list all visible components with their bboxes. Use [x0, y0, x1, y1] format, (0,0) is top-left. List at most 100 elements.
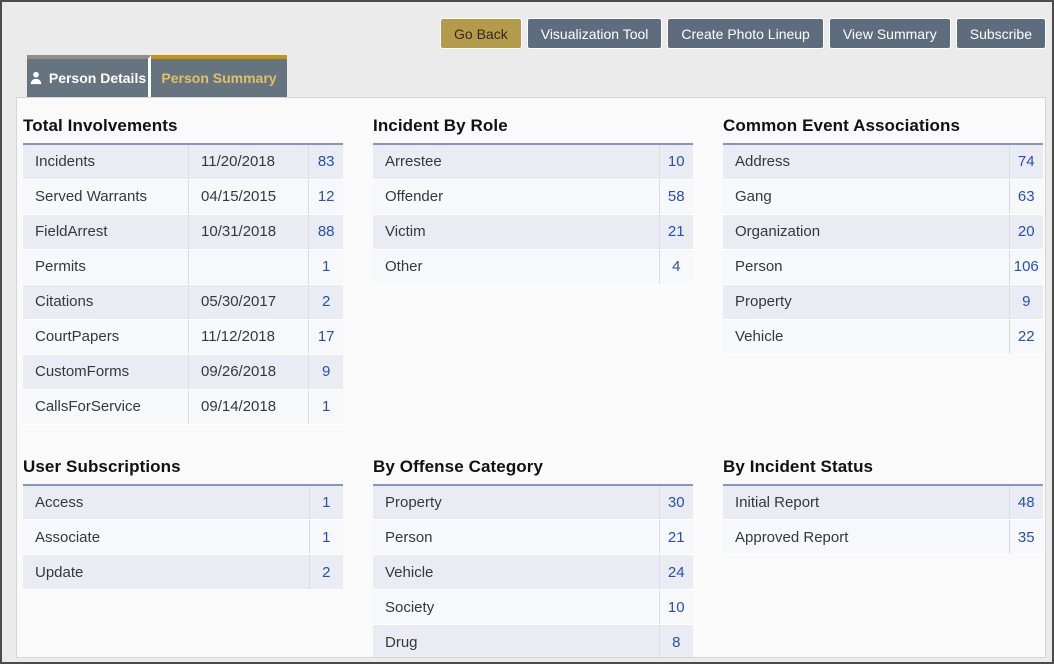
row-label: Address: [723, 144, 1009, 179]
person-icon: [29, 71, 43, 85]
table-row: Property30: [373, 485, 693, 520]
row-label: Property: [723, 284, 1009, 319]
row-label: Associate: [23, 520, 309, 555]
row-count-link[interactable]: 1: [309, 520, 343, 555]
row-count-link[interactable]: 24: [659, 555, 693, 590]
row-count-link[interactable]: 22: [1009, 319, 1043, 354]
row-label: Approved Report: [723, 520, 1009, 555]
row-count-link[interactable]: 106: [1009, 249, 1043, 284]
panel-table: Address74Gang63Organization20Person106Pr…: [723, 143, 1043, 355]
panel-user-subscriptions: User SubscriptionsAccess1Associate1Updat…: [23, 457, 343, 591]
row-label: Initial Report: [723, 485, 1009, 520]
table-row: Approved Report35: [723, 520, 1043, 555]
table-row: Incidents11/20/201883: [23, 144, 343, 179]
row-date: 04/15/2015: [189, 179, 309, 214]
row-count-link[interactable]: 74: [1009, 144, 1043, 179]
summary-content: Total InvolvementsIncidents11/20/201883S…: [16, 97, 1046, 658]
visualization-tool-button[interactable]: Visualization Tool: [527, 18, 663, 49]
row-count-link[interactable]: 2: [309, 284, 343, 319]
row-date: 10/31/2018: [189, 214, 309, 249]
row-label: CourtPapers: [23, 319, 189, 354]
panel-title: By Incident Status: [723, 457, 1043, 477]
table-row: Drug8: [373, 625, 693, 659]
row-label: Incidents: [23, 144, 189, 179]
panel-title: By Offense Category: [373, 457, 693, 477]
row-count-link[interactable]: 4: [659, 249, 693, 284]
row-count-link[interactable]: 58: [659, 179, 693, 214]
table-row: Permits1: [23, 249, 343, 284]
row-count-link[interactable]: 12: [309, 179, 343, 214]
row-count-link[interactable]: 35: [1009, 520, 1043, 555]
go-back-button[interactable]: Go Back: [440, 18, 522, 49]
row-count-link[interactable]: 48: [1009, 485, 1043, 520]
row-label: Drug: [373, 625, 659, 659]
row-label: Served Warrants: [23, 179, 189, 214]
table-row: Initial Report48: [723, 485, 1043, 520]
row-count-link[interactable]: 21: [659, 520, 693, 555]
table-row: Access1: [23, 485, 343, 520]
row-label: Person: [373, 520, 659, 555]
tab-person-summary[interactable]: Person Summary: [151, 55, 287, 97]
table-row: Gang63: [723, 179, 1043, 214]
row-count-link[interactable]: 83: [309, 144, 343, 179]
table-row: Served Warrants04/15/201512: [23, 179, 343, 214]
row-date: 05/30/2017: [189, 284, 309, 319]
panel-table: Arrestee10Offender58Victim21Other4: [373, 143, 693, 285]
table-row: Vehicle24: [373, 555, 693, 590]
row-label: Offender: [373, 179, 659, 214]
row-count-link[interactable]: 10: [659, 590, 693, 625]
table-row: CustomForms09/26/20189: [23, 354, 343, 389]
row-count-link[interactable]: 9: [309, 354, 343, 389]
tab-label: Person Details: [49, 70, 146, 86]
table-row: Update2: [23, 555, 343, 590]
toolbar: Go BackVisualization ToolCreate Photo Li…: [2, 2, 1052, 55]
tab-person-details[interactable]: Person Details: [27, 55, 151, 97]
row-label: CallsForService: [23, 389, 189, 424]
row-count-link[interactable]: 2: [309, 555, 343, 590]
row-count-link[interactable]: 30: [659, 485, 693, 520]
row-label: Vehicle: [373, 555, 659, 590]
row-count-link[interactable]: 10: [659, 144, 693, 179]
table-row: Property9: [723, 284, 1043, 319]
row-label: Arrestee: [373, 144, 659, 179]
panel-common-event-associations: Common Event AssociationsAddress74Gang63…: [723, 116, 1043, 355]
table-row: CourtPapers11/12/201817: [23, 319, 343, 354]
view-summary-button[interactable]: View Summary: [829, 18, 951, 49]
row-count-link[interactable]: 17: [309, 319, 343, 354]
row-count-link[interactable]: 20: [1009, 214, 1043, 249]
table-row: Person106: [723, 249, 1043, 284]
row-count-link[interactable]: 1: [309, 389, 343, 424]
row-label: CustomForms: [23, 354, 189, 389]
table-row: Organization20: [723, 214, 1043, 249]
panel-by-incident-status: By Incident Status Initial Report48Approv…: [723, 457, 1043, 556]
subscribe-button[interactable]: Subscribe: [956, 18, 1046, 49]
row-count-link[interactable]: 88: [309, 214, 343, 249]
panel-title: Total Involvements: [23, 116, 343, 136]
row-label: Access: [23, 485, 309, 520]
row-label: Vehicle: [723, 319, 1009, 354]
row-label: Society: [373, 590, 659, 625]
table-row: CallsForService09/14/20181: [23, 389, 343, 424]
row-count-link[interactable]: 8: [659, 625, 693, 659]
row-count-link[interactable]: 1: [309, 485, 343, 520]
panels-grid: Total InvolvementsIncidents11/20/201883S…: [23, 116, 1045, 658]
row-count-link[interactable]: 1: [309, 249, 343, 284]
panel-incident-by-role: Incident By Role Arrestee10Offender58Vict…: [373, 116, 693, 285]
row-count-link[interactable]: 63: [1009, 179, 1043, 214]
row-label: Organization: [723, 214, 1009, 249]
table-row: Citations05/30/20172: [23, 284, 343, 319]
table-row: Arrestee10: [373, 144, 693, 179]
table-row: FieldArrest10/31/201888: [23, 214, 343, 249]
row-label: Victim: [373, 214, 659, 249]
row-date: 09/14/2018: [189, 389, 309, 424]
row-label: Property: [373, 485, 659, 520]
panel-by-offense-category: By Offense Category Property30Person21Veh…: [373, 457, 693, 659]
row-count-link[interactable]: 9: [1009, 284, 1043, 319]
row-label: Person: [723, 249, 1009, 284]
create-photo-lineup-button[interactable]: Create Photo Lineup: [667, 18, 823, 49]
panel-title: Incident By Role: [373, 116, 693, 136]
panel-table: Incidents11/20/201883Served Warrants04/1…: [23, 143, 343, 425]
panel-total-involvements: Total Involvements Incidents11/20/201883S…: [23, 116, 343, 425]
table-row: Address74: [723, 144, 1043, 179]
row-count-link[interactable]: 21: [659, 214, 693, 249]
